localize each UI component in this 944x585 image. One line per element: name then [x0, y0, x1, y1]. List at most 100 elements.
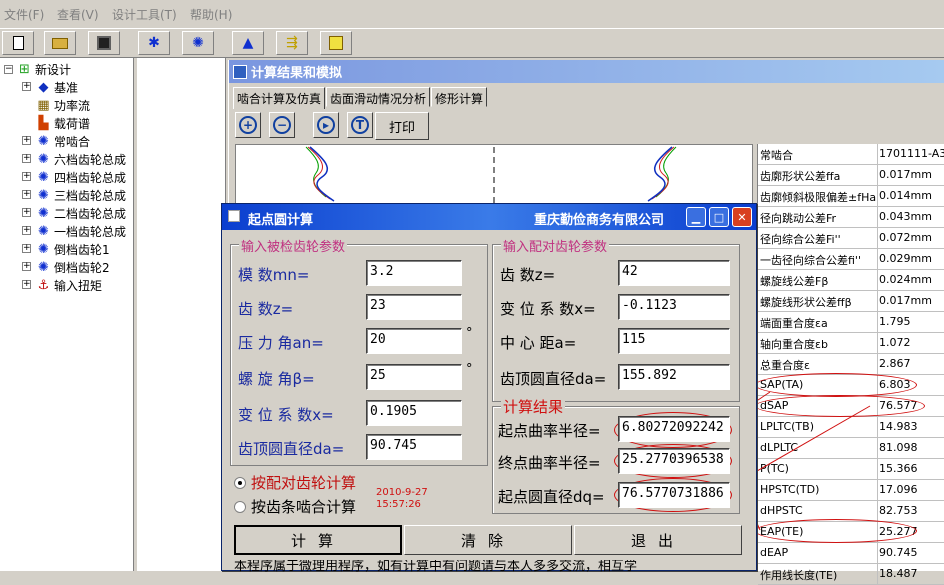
- menu-file[interactable]: 文件(F): [4, 6, 44, 23]
- left-param-input[interactable]: 3.2: [366, 260, 462, 286]
- table-value: 0.024mm: [879, 273, 932, 286]
- window-icon: [233, 64, 247, 79]
- table-value: 1701111-A3K: [879, 147, 944, 160]
- column-divider: [877, 375, 878, 396]
- tree-item[interactable]: + ⚓ 输入扭矩: [22, 276, 102, 294]
- chart-icon[interactable]: [320, 31, 352, 55]
- calculate-button[interactable]: 计算: [234, 525, 402, 555]
- tab-modification[interactable]: 修形计算: [431, 87, 488, 107]
- table-key: HPSTC(TD): [760, 483, 820, 496]
- right-param-input[interactable]: 42: [618, 260, 730, 286]
- tree-item-label: 倒档齿轮1: [54, 242, 110, 257]
- expand-icon[interactable]: +: [22, 280, 31, 289]
- expand-icon[interactable]: +: [22, 82, 31, 91]
- tree-item[interactable]: ▦ 功率流: [22, 96, 90, 114]
- save-icon[interactable]: [88, 31, 120, 55]
- tree-item[interactable]: + ✺ 三档齿轮总成: [22, 186, 126, 204]
- gear-icon[interactable]: ✱: [138, 31, 170, 55]
- zoom-in-button[interactable]: +: [235, 112, 261, 138]
- footer-note: 本程序属于微理用程序，如有计算中有问题请与本人多多交流，相互学: [234, 560, 638, 572]
- tab-mesh-simulation[interactable]: 啮合计算及仿真: [233, 87, 326, 109]
- mountain-icon[interactable]: ▲: [232, 31, 264, 55]
- column-divider: [877, 354, 878, 375]
- tree-item[interactable]: + ✺ 一档齿轮总成: [22, 222, 126, 240]
- table-row: 径向跳动公差Fr 0.043mm: [758, 207, 944, 228]
- table-value: 1.795: [879, 315, 911, 328]
- table-value: 0.043mm: [879, 210, 932, 223]
- close-icon[interactable]: ✕: [732, 207, 752, 227]
- left-param-input[interactable]: 23: [366, 294, 462, 320]
- menu-view[interactable]: 查看(V): [57, 6, 99, 23]
- tree-item[interactable]: + ✺ 四档齿轮总成: [22, 168, 126, 186]
- results-window-title: 计算结果和模拟: [229, 60, 944, 83]
- expand-icon[interactable]: +: [22, 262, 31, 271]
- tree-root[interactable]: − ⊞ 新设计: [4, 60, 71, 78]
- minimize-icon[interactable]: ▁: [686, 207, 706, 227]
- play-button[interactable]: ▸: [313, 112, 339, 138]
- tree-item[interactable]: + ✺ 倒档齿轮1: [22, 240, 110, 258]
- result-output[interactable]: 76.5770731886: [618, 482, 730, 508]
- result-label: 起点圆直径dq=: [498, 488, 605, 506]
- table-key: P(TC): [760, 462, 789, 475]
- column-divider: [877, 480, 878, 501]
- play-icon: ▸: [317, 116, 335, 134]
- tree-item[interactable]: + ✺ 二档齿轮总成: [22, 204, 126, 222]
- helical-gear-icon[interactable]: ✺: [182, 31, 214, 55]
- table-row: dEAP 90.745: [758, 543, 944, 564]
- print-button[interactable]: 打印: [375, 112, 429, 140]
- table-key: 齿廓倾斜极限偏差±fHa: [760, 191, 876, 204]
- gear-icon: ✺: [38, 151, 49, 167]
- step-button[interactable]: T: [347, 112, 373, 138]
- collapse-icon[interactable]: −: [4, 64, 13, 74]
- table-key: 齿廓形状公差ffa: [760, 170, 841, 183]
- tree-item[interactable]: + ◆ 基准: [22, 78, 78, 96]
- result-output[interactable]: 25.2770396538: [618, 448, 730, 474]
- left-param-input[interactable]: 25: [366, 364, 462, 390]
- menu-help[interactable]: 帮助(H): [190, 6, 232, 23]
- left-param-input[interactable]: 20: [366, 328, 462, 354]
- dialog-title: 起点圆计算: [248, 213, 314, 228]
- column-divider: [877, 417, 878, 438]
- expand-icon[interactable]: +: [22, 190, 31, 199]
- table-row: 总重合度ε 2.867: [758, 354, 944, 375]
- tree-item[interactable]: + ✺ 六档齿轮总成: [22, 150, 126, 168]
- right-param-input[interactable]: 155.892: [618, 364, 730, 390]
- expand-icon[interactable]: +: [22, 154, 31, 163]
- clear-button[interactable]: 清除: [404, 525, 572, 555]
- table-row: dHPSTC 82.753: [758, 501, 944, 522]
- new-file-icon[interactable]: [2, 31, 34, 55]
- tree-item-label: 二档齿轮总成: [54, 206, 127, 221]
- tree-item[interactable]: ▙ 载荷谱: [22, 114, 91, 132]
- right-param-input[interactable]: -0.1123: [618, 294, 730, 320]
- tree-item-label: 功率流: [54, 98, 91, 113]
- right-param-input[interactable]: 115: [618, 328, 730, 354]
- expand-icon[interactable]: +: [22, 136, 31, 145]
- table-key: 一齿径向综合公差fi'': [760, 254, 861, 267]
- tree-item-label: 常啮合: [54, 134, 91, 149]
- expand-icon[interactable]: +: [22, 172, 31, 181]
- radio-mating-gear[interactable]: 按配对齿轮计算: [234, 472, 356, 493]
- radio-rack[interactable]: 按齿条啮合计算: [234, 496, 356, 517]
- menu-tools[interactable]: 设计工具(T): [112, 6, 177, 23]
- zoom-out-button[interactable]: −: [269, 112, 295, 138]
- tree-item[interactable]: + ✺ 倒档齿轮2: [22, 258, 110, 276]
- table-value: 0.014mm: [879, 189, 932, 202]
- table-key: SAP(TA): [760, 378, 804, 391]
- expand-icon[interactable]: +: [22, 208, 31, 217]
- maximize-icon[interactable]: □: [709, 207, 729, 227]
- dialog-company: 重庆勤俭商务有限公司: [534, 213, 665, 228]
- result-output[interactable]: 6.80272092242: [618, 416, 730, 442]
- exit-button[interactable]: 退出: [574, 525, 742, 555]
- expand-icon[interactable]: +: [22, 244, 31, 253]
- table-key: 总重合度ε: [760, 359, 810, 372]
- expand-icon[interactable]: +: [22, 226, 31, 235]
- left-param-input[interactable]: 0.1905: [366, 400, 462, 426]
- tab-sliding-analysis[interactable]: 齿面滑动情况分析: [326, 87, 431, 107]
- open-folder-icon[interactable]: [44, 31, 76, 55]
- tree-item[interactable]: + ✺ 常啮合: [22, 132, 90, 150]
- wand-icon[interactable]: ⇶: [276, 31, 308, 55]
- tree-item-label: 四档齿轮总成: [54, 170, 127, 185]
- left-param-input[interactable]: 90.745: [366, 434, 462, 460]
- degree-symbol: °: [466, 362, 473, 377]
- table-key: EAP(TE): [760, 525, 804, 538]
